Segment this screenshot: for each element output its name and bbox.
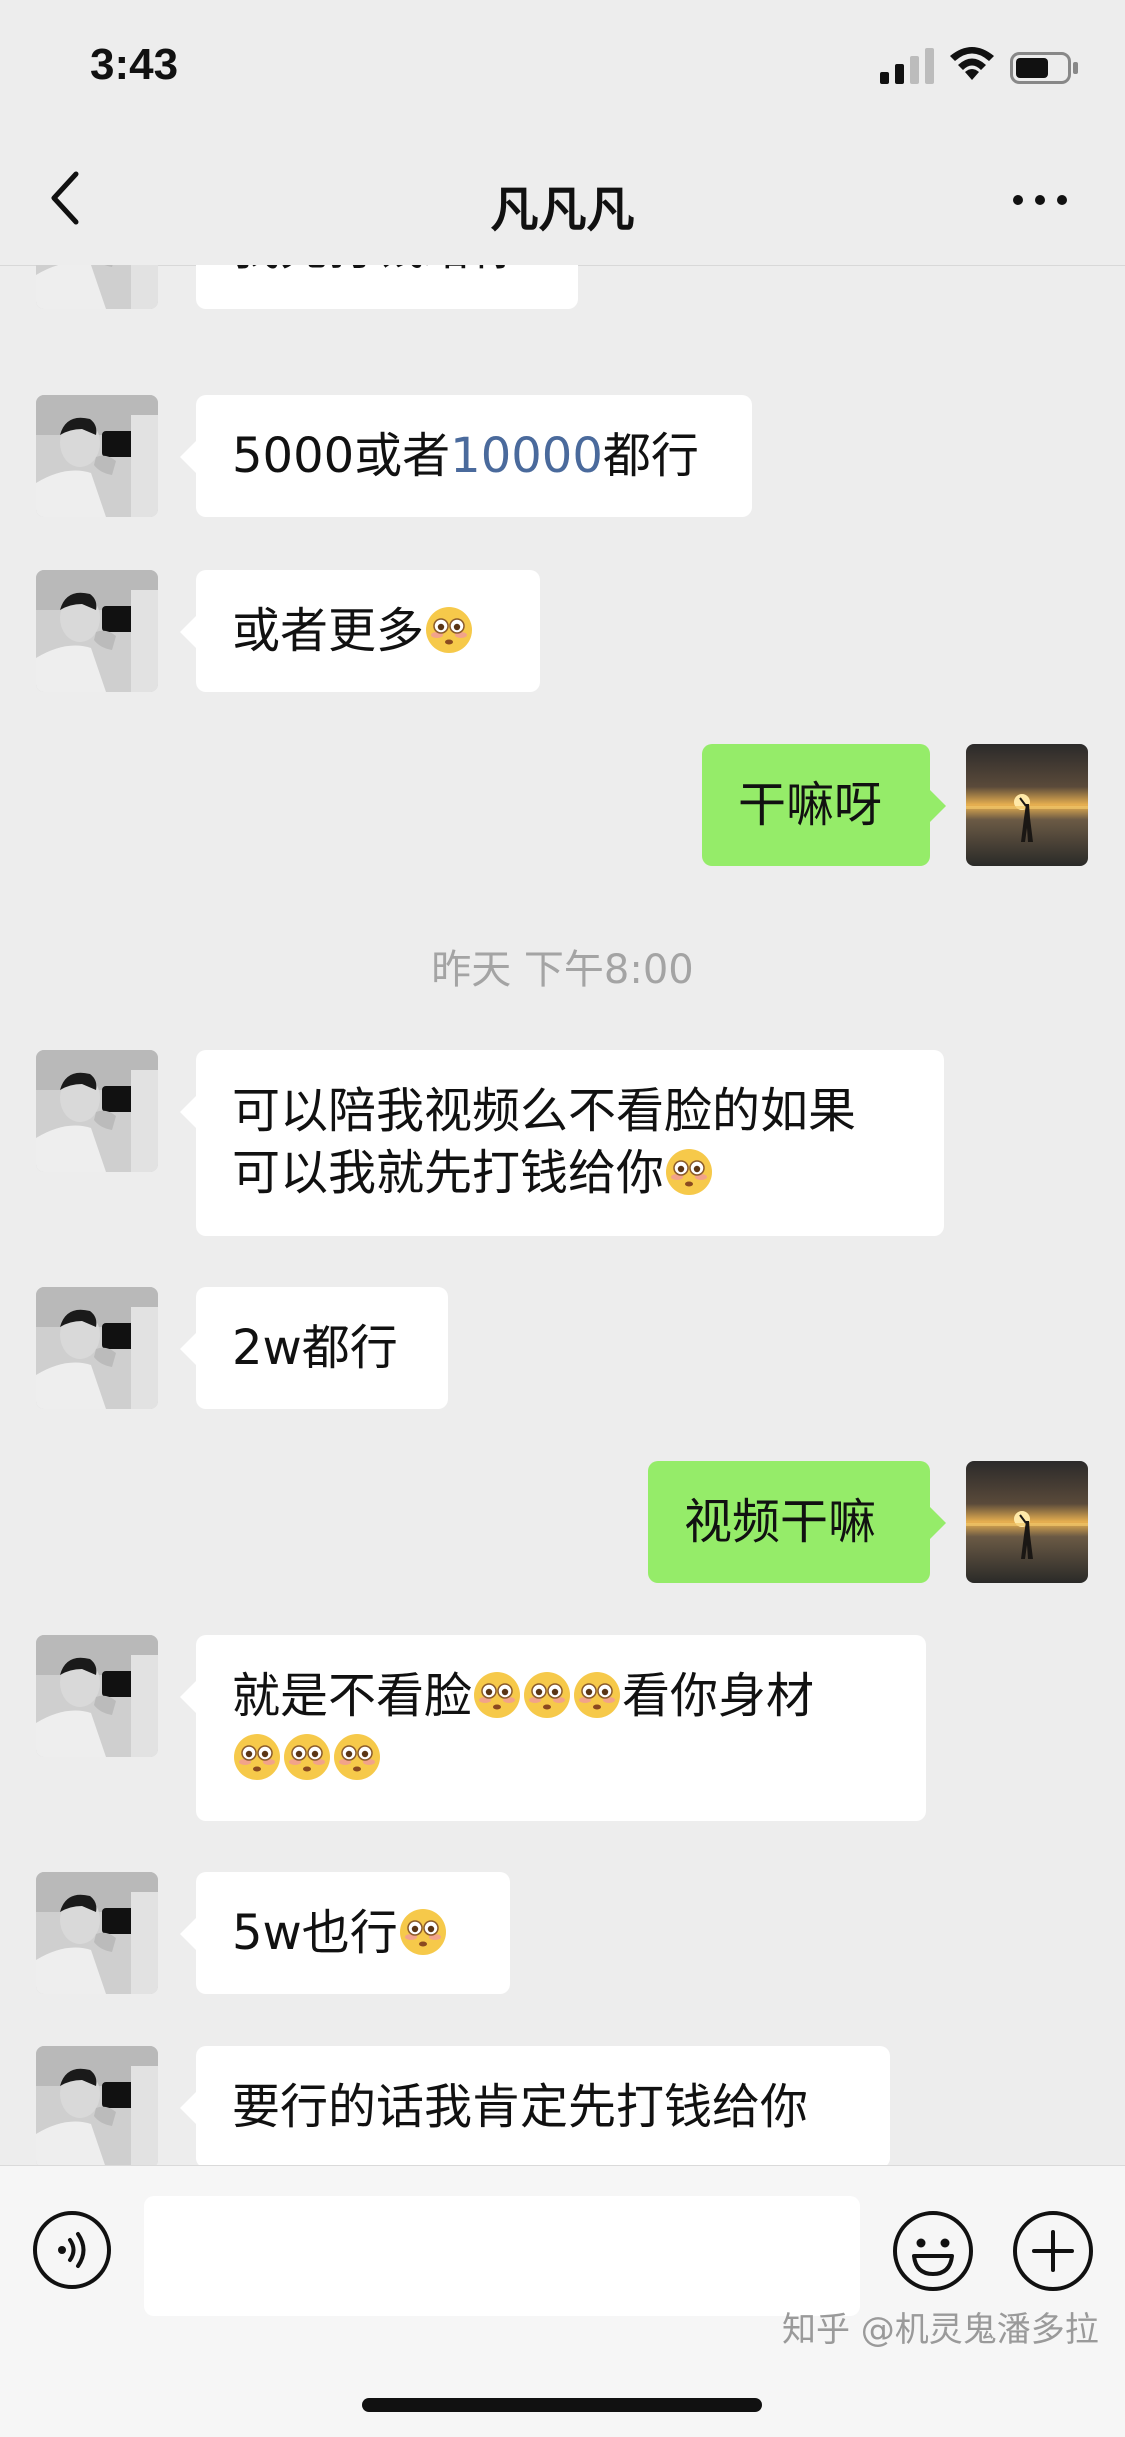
message-bubble[interactable]: 5w也行 — [180, 1872, 510, 1994]
message-bubble[interactable]: 要行的话我肯定先打钱给你 — [180, 2046, 890, 2165]
voice-icon[interactable] — [32, 2210, 112, 2290]
chat-title: 凡凡凡 — [490, 182, 635, 238]
flushed-face-emoji-icon — [424, 605, 474, 655]
message-text: 可以陪我视频么不看脸的如果 — [232, 1083, 857, 1139]
message-bubble[interactable]: 我先打钱给你 — [196, 265, 578, 309]
message-timestamp: 昨天 下午8:00 — [431, 947, 694, 993]
flushed-face-emoji-icon — [664, 1147, 714, 1197]
chat-messages[interactable]: 我先打钱给你 5000或者10000都行 或者更多 干嘛呀 昨天 下午8:00 … — [0, 265, 1125, 2165]
message-text: 就是不看脸 — [232, 1668, 473, 1724]
more-dots-icon[interactable] — [1010, 190, 1070, 210]
my-avatar[interactable] — [966, 1461, 1088, 1583]
flushed-face-emoji-icon — [232, 1732, 282, 1782]
message-bubble[interactable]: 就是不看脸 看你身材 — [180, 1635, 926, 1821]
message-text: 都行 — [602, 428, 699, 484]
wifi-icon — [950, 47, 994, 80]
contact-avatar[interactable] — [36, 1872, 158, 1994]
message-bubble[interactable]: 或者更多 — [180, 570, 540, 692]
flushed-face-emoji-icon — [282, 1732, 332, 1782]
contact-avatar[interactable] — [36, 1287, 158, 1409]
message-bubble[interactable]: 可以陪我视频么不看脸的如果 可以我就先打钱给你 — [180, 1050, 944, 1236]
flushed-face-emoji-icon — [572, 1670, 622, 1720]
message-text: 或者更多 — [232, 603, 425, 659]
contact-avatar[interactable] — [36, 265, 158, 309]
flushed-face-emoji-icon — [398, 1907, 448, 1957]
cellular-signal-icon — [880, 48, 934, 84]
message-text: 5w也行 — [232, 1905, 398, 1961]
chat-header: 凡凡凡 — [0, 130, 1125, 266]
emoji-icon[interactable] — [892, 2210, 974, 2292]
status-bar: 3:43 — [0, 0, 1125, 130]
watermark: 知乎 @机灵鬼潘多拉 — [782, 2310, 1099, 2350]
highlighted-number[interactable]: 10000 — [450, 428, 603, 484]
message-text: 要行的话我肯定先打钱给你 — [232, 2079, 809, 2135]
message-text: 干嘛呀 — [738, 777, 883, 833]
message-text: 可以我就先打钱给你 — [232, 1145, 665, 1201]
message-text: 我先打钱给你 — [232, 265, 520, 276]
contact-avatar[interactable] — [36, 1050, 158, 1172]
flushed-face-emoji-icon — [332, 1732, 382, 1782]
flushed-face-emoji-icon — [472, 1670, 522, 1720]
status-time: 3:43 — [90, 40, 179, 89]
contact-avatar[interactable] — [36, 1635, 158, 1757]
message-input[interactable] — [144, 2196, 860, 2316]
contact-avatar[interactable] — [36, 570, 158, 692]
message-bubble[interactable]: 干嘛呀 — [702, 744, 946, 866]
message-bubble[interactable]: 5000或者10000都行 — [180, 395, 752, 517]
contact-avatar[interactable] — [36, 2046, 158, 2165]
flushed-face-emoji-icon — [522, 1670, 572, 1720]
message-bubble[interactable]: 2w都行 — [180, 1287, 448, 1409]
contact-avatar[interactable] — [36, 395, 158, 517]
plus-icon[interactable] — [1012, 2210, 1094, 2292]
message-text: 看你身材 — [622, 1668, 815, 1724]
input-bar — [0, 2165, 1125, 2437]
my-avatar[interactable] — [966, 744, 1088, 866]
home-indicator — [362, 2398, 762, 2412]
message-text: 视频干嘛 — [684, 1494, 877, 1550]
message-text: 5000或者 — [232, 428, 451, 484]
message-bubble[interactable]: 视频干嘛 — [648, 1461, 946, 1583]
message-text: 2w都行 — [232, 1320, 398, 1376]
battery-icon — [1010, 52, 1078, 84]
